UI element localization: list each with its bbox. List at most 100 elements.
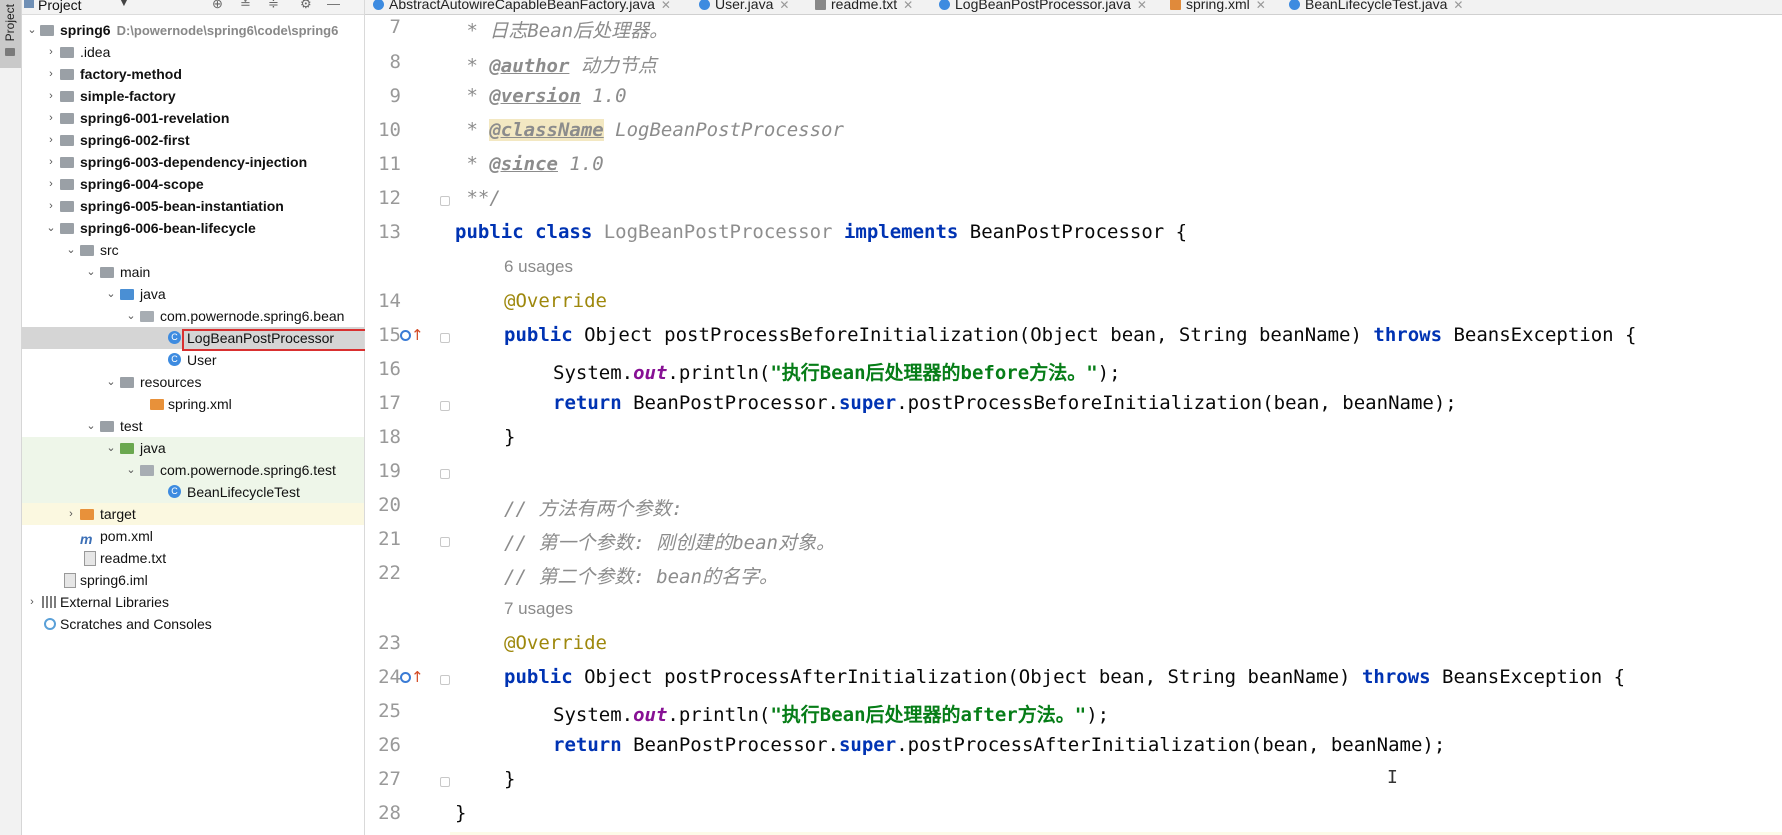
gear-icon[interactable]: ⚙ [300,0,312,12]
close-icon[interactable]: ✕ [903,0,913,12]
tree-item-src[interactable]: ⌄ src [22,239,364,261]
tree-item-spring6-006[interactable]: ⌄ spring6-006-bean-lifecycle [22,217,364,239]
tab-user[interactable]: User.java ✕ [699,0,789,14]
code-line-24: public Object postProcessAfterInitializa… [504,666,1626,688]
class-icon [699,0,710,10]
tree-item-spring6-003[interactable]: › spring6-003-dependency-injection [22,151,364,173]
fold-icon[interactable] [440,469,450,479]
code-line-8: * @author 动力节点 [455,55,657,77]
view-dropdown-icon[interactable]: ▼ [118,0,130,9]
chevron-down-icon[interactable]: ⌄ [105,283,117,305]
tree-item-simple-factory[interactable]: › simple-factory [22,85,364,107]
chevron-right-icon[interactable]: › [45,129,57,151]
chevron-right-icon[interactable]: › [45,107,57,129]
fold-icon[interactable] [440,675,450,685]
tree-item-test-package[interactable]: ⌄ com.powernode.spring6.test [22,459,364,481]
tree-item-resources[interactable]: ⌄ resources [22,371,364,393]
project-icon [24,0,34,8]
tree-item-readme[interactable]: readme.txt [22,547,364,569]
chevron-down-icon[interactable]: ⌄ [26,19,38,41]
tree-item-factory-method[interactable]: › factory-method [22,63,364,85]
project-tool-button[interactable]: Project [0,0,21,68]
fold-icon[interactable] [440,196,450,206]
tree-item-spring-xml[interactable]: spring.xml [22,393,364,415]
chevron-right-icon[interactable]: › [45,195,57,217]
tree-item-target[interactable]: › target [22,503,364,525]
code-line-23: @Override [504,632,607,654]
tree-item-label: com.powernode.spring6.test [160,462,336,478]
chevron-right-icon[interactable]: › [45,41,57,63]
collapse-all-icon[interactable]: ≑ [268,0,279,12]
code-line-21: // 第一个参数: 刚创建的bean对象。 [504,532,835,554]
tree-item-spring6-001[interactable]: › spring6-001-revelation [22,107,364,129]
tree-item-spring6[interactable]: ⌄ spring6 D:\powernode\spring6\code\sprin… [22,19,364,41]
tree-item-test[interactable]: ⌄ test [22,415,364,437]
close-icon[interactable]: ✕ [1137,0,1147,12]
override-gutter-icon[interactable]: ↑ [400,326,424,344]
tab-abstractautowire[interactable]: AbstractAutowireCapableBeanFactory.java ✕ [373,0,671,14]
chevron-down-icon[interactable]: ⌄ [125,459,137,481]
chevron-right-icon[interactable]: › [45,173,57,195]
chevron-right-icon[interactable]: › [45,85,57,107]
tree-item-label: Scratches and Consoles [60,616,212,632]
override-gutter-icon[interactable]: ↑ [400,668,424,686]
chevron-right-icon[interactable]: › [26,591,38,613]
project-panel-title[interactable]: Project [38,0,82,13]
chevron-down-icon[interactable]: ⌄ [105,371,117,393]
close-icon[interactable]: ✕ [1453,0,1463,12]
tree-item-spring6-005[interactable]: › spring6-005-bean-instantiation [22,195,364,217]
chevron-down-icon[interactable]: ⌄ [85,415,97,437]
close-icon[interactable]: ✕ [661,0,671,12]
tree-item-beanlifecycletest[interactable]: C BeanLifecycleTest [22,481,364,503]
tree-item-iml[interactable]: spring6.iml [22,569,364,591]
excluded-folder-icon [80,509,94,520]
chevron-right-icon[interactable]: › [45,63,57,85]
hide-icon[interactable]: — [327,0,340,11]
tree-item-label: spring.xml [168,396,232,412]
project-panel-header: Project ▼ ⊕ ≚ ≑ ⚙ — [22,0,364,15]
locate-icon[interactable]: ⊕ [212,0,223,12]
chevron-right-icon[interactable]: › [65,503,77,525]
tree-item-spring6-002[interactable]: › spring6-002-first [22,129,364,151]
fold-icon[interactable] [440,777,450,787]
tab-spring-xml[interactable]: spring.xml ✕ [1170,0,1266,14]
expand-all-icon[interactable]: ≚ [240,0,251,12]
tree-item-scratches[interactable]: Scratches and Consoles [22,613,364,635]
tree-item-main-java[interactable]: ⌄ java [22,283,364,305]
code-editor[interactable]: 7 8 9 10 11 12 13 14 15 16 17 18 19 20 2… [365,15,1782,835]
folder-icon [60,47,74,58]
tree-item-main[interactable]: ⌄ main [22,261,364,283]
chevron-down-icon[interactable]: ⌄ [105,437,117,459]
close-icon[interactable]: ✕ [1256,0,1266,12]
code-line-12: **/ [455,187,501,209]
chevron-down-icon[interactable]: ⌄ [85,261,97,283]
code-line-18: } [504,426,516,448]
code-line-10: * @className LogBeanPostProcessor [455,119,844,141]
fold-icon[interactable] [440,401,450,411]
tab-readme[interactable]: readme.txt ✕ [815,0,913,14]
fold-icon[interactable] [440,333,450,343]
tab-beanlifecycletest[interactable]: BeanLifecycleTest.java ✕ [1289,0,1463,14]
fold-icon[interactable] [440,537,450,547]
tree-item-test-java[interactable]: ⌄ java [22,437,364,459]
tree-item-pom[interactable]: m pom.xml [22,525,364,547]
code-line-25: System.out.println("执行Bean后处理器的after方法。"… [553,704,1110,726]
tree-item-label: simple-factory [80,88,176,104]
line-number: 13 [378,221,401,243]
tree-item-user[interactable]: C User [22,349,364,371]
chevron-down-icon[interactable]: ⌄ [65,239,77,261]
tree-item-idea[interactable]: › .idea [22,41,364,63]
close-icon[interactable]: ✕ [779,0,789,12]
line-number: 20 [378,494,401,516]
tree-item-external-libraries[interactable]: › External Libraries [22,591,364,613]
tab-logbeanpostprocessor[interactable]: LogBeanPostProcessor.java ✕ [939,0,1147,14]
usages-hint[interactable]: 6 usages [504,257,573,277]
tree-item-spring6-004[interactable]: › spring6-004-scope [22,173,364,195]
tree-item-bean-package[interactable]: ⌄ com.powernode.spring6.bean [22,305,364,327]
chevron-down-icon[interactable]: ⌄ [125,305,137,327]
chevron-down-icon[interactable]: ⌄ [45,217,57,239]
iml-file-icon [64,573,76,588]
chevron-right-icon[interactable]: › [45,151,57,173]
usages-hint[interactable]: 7 usages [504,599,573,619]
line-number: 28 [378,802,401,824]
